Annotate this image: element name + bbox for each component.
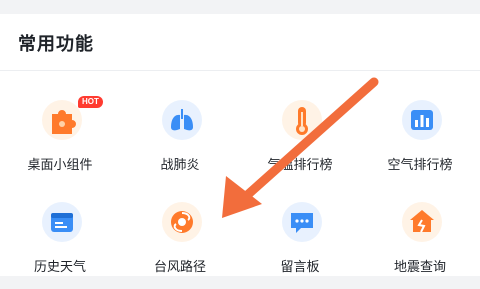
tile-label: 台风路径 [153,260,206,275]
puzzle-icon [42,100,82,140]
hot-badge: HOT [78,96,103,108]
tile-typhoon-path[interactable]: 台风路径 [120,188,240,284]
tile-label: 留言板 [280,260,320,275]
earthquake-icon [402,202,442,242]
lungs-icon [162,100,202,140]
tile-message-board[interactable]: 留言板 [240,188,360,284]
tile-label: 气温排行榜 [267,158,333,173]
tile-desktop-widget[interactable]: HOT 桌面小组件 [0,86,120,182]
thermometer-icon [282,100,322,140]
tile-label: 战肺炎 [160,158,200,173]
common-functions-card: 常用功能 HOT 桌面小组件 战肺炎 气温排行榜 空气排行榜 历史天气 台风路径… [0,14,480,276]
tile-label: 历史天气 [33,260,86,275]
bar-chart-icon [402,100,442,140]
tile-historical-weather[interactable]: 历史天气 [0,188,120,284]
section-title: 常用功能 [18,34,94,55]
tile-label: 空气排行榜 [387,158,453,173]
tile-earthquake-query[interactable]: 地震查询 [360,188,480,284]
calendar-icon [42,202,82,242]
typhoon-icon [162,202,202,242]
tile-air-ranking[interactable]: 空气排行榜 [360,86,480,182]
divider [0,70,480,71]
tile-temperature-ranking[interactable]: 气温排行榜 [240,86,360,182]
tile-label: 地震查询 [393,260,446,275]
tile-fight-pneumonia[interactable]: 战肺炎 [120,86,240,182]
message-icon [282,202,322,242]
tile-label: 桌面小组件 [27,158,93,173]
